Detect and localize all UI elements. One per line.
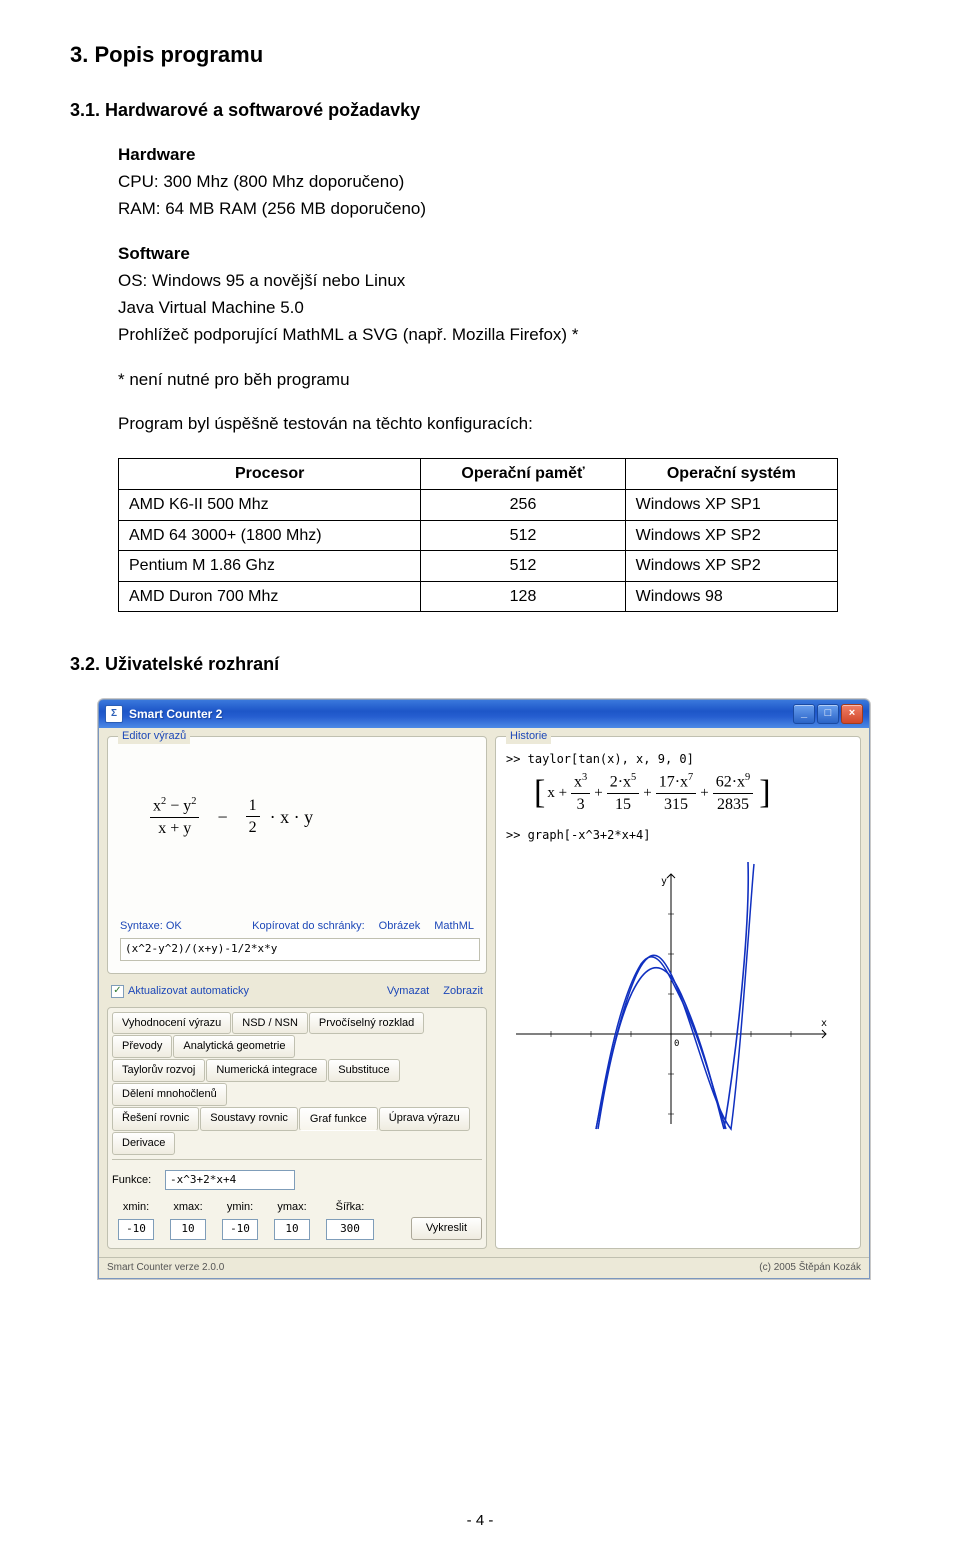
tab-numerick-integrace[interactable]: Numerická integrace xyxy=(206,1059,327,1082)
history-line-1: >> taylor[tan(x), x, 9, 0] xyxy=(506,751,850,767)
hw-cpu: CPU: 300 Mhz (800 Mhz doporučeno) xyxy=(118,171,890,194)
config-table: ProcesorOperační paměťOperační systém AM… xyxy=(118,458,838,612)
copy-label: Kopírovat do schránky: xyxy=(252,919,365,934)
function-label: Funkce: xyxy=(112,1173,157,1188)
tab-taylor-v-rozvoj[interactable]: Taylorův rozvoj xyxy=(112,1059,205,1082)
table-cell: Windows XP SP1 xyxy=(625,490,837,521)
tab-analytick-geometrie[interactable]: Analytická geometrie xyxy=(173,1035,295,1058)
copy-mathml-link[interactable]: MathML xyxy=(434,919,474,934)
history-caption: Historie xyxy=(506,729,551,744)
table-row: AMD Duron 700 Mhz128Windows 98 xyxy=(119,581,838,612)
editor-panel: Editor výrazů x2 − y2x + y − 12 · x · y … xyxy=(107,736,487,974)
tab-prvo-seln-rozklad[interactable]: Prvočíselný rozklad xyxy=(309,1012,424,1035)
tab--e-en-rovnic[interactable]: Řešení rovnic xyxy=(112,1107,199,1131)
tab-vyhodnocen-v-razu[interactable]: Vyhodnocení výrazu xyxy=(112,1012,231,1035)
table-cell: Pentium M 1.86 Ghz xyxy=(119,551,421,582)
tab-nsd-nsn[interactable]: NSD / NSN xyxy=(232,1012,308,1035)
page-number: - 4 - xyxy=(0,1511,960,1531)
editor-caption: Editor výrazů xyxy=(118,729,190,744)
clear-link[interactable]: Vymazat xyxy=(387,984,429,999)
hw-ram: RAM: 64 MB RAM (256 MB doporučeno) xyxy=(118,198,890,221)
app-icon: Σ xyxy=(105,705,123,723)
taylor-output: [ x + x33 + 2·x515 + 17·x7315 + 62·x9283… xyxy=(532,771,850,816)
status-version: Smart Counter verze 2.0.0 xyxy=(107,1261,224,1275)
screenshot-window: Σ Smart Counter 2 _ □ × Editor výrazů x2… xyxy=(98,699,870,1279)
tab-derivace[interactable]: Derivace xyxy=(112,1132,175,1155)
table-cell: 256 xyxy=(421,490,625,521)
table-cell: AMD K6-II 500 Mhz xyxy=(119,490,421,521)
rendered-expression: x2 − y2x + y − 12 · x · y xyxy=(150,795,474,840)
num-input-xmin[interactable]: -10 xyxy=(118,1219,154,1240)
table-row: AMD 64 3000+ (1800 Mhz)512Windows XP SP2 xyxy=(119,520,838,551)
raw-expression-input[interactable]: (x^2-y^2)/(x+y)-1/2*x*y xyxy=(120,938,480,961)
sw-heading: Software xyxy=(118,244,190,263)
table-cell: 512 xyxy=(421,520,625,551)
table-header: Procesor xyxy=(119,459,421,490)
table-header: Operační paměť xyxy=(421,459,625,490)
sw-jvm: Java Virtual Machine 5.0 xyxy=(118,297,890,320)
tab--prava-v-razu[interactable]: Úprava výrazu xyxy=(379,1107,470,1131)
table-cell: 128 xyxy=(421,581,625,612)
heading-3: 3. Popis programu xyxy=(70,40,890,70)
syntax-label: Syntaxe: xyxy=(120,920,163,932)
sw-note: * není nutné pro běh programu xyxy=(118,369,890,392)
check-icon: ✓ xyxy=(111,985,124,998)
table-header: Operační systém xyxy=(625,459,837,490)
heading-3-2: 3.2. Uživatelské rozhraní xyxy=(70,652,890,676)
num-label: Šířka: xyxy=(336,1200,365,1215)
num-label: ymax: xyxy=(277,1200,306,1215)
table-row: Pentium M 1.86 Ghz512Windows XP SP2 xyxy=(119,551,838,582)
tab-d-len-mnoho-len-[interactable]: Dělení mnohočlenů xyxy=(112,1083,227,1106)
num-input-ymax[interactable]: 10 xyxy=(274,1219,310,1240)
table-cell: Windows XP SP2 xyxy=(625,551,837,582)
hw-heading: Hardware xyxy=(118,145,195,164)
graph-plot: 0 x y xyxy=(506,854,836,1134)
auto-update-label: Aktualizovat automaticky xyxy=(128,984,249,999)
auto-update-checkbox[interactable]: ✓ Aktualizovat automaticky xyxy=(111,984,249,999)
tab-substituce[interactable]: Substituce xyxy=(328,1059,399,1082)
copy-image-link[interactable]: Obrázek xyxy=(379,919,421,934)
titlebar[interactable]: Σ Smart Counter 2 _ □ × xyxy=(99,700,869,728)
syntax-status: OK xyxy=(166,920,182,932)
function-input[interactable]: -x^3+2*x+4 xyxy=(165,1170,295,1191)
table-cell: Windows XP SP2 xyxy=(625,520,837,551)
minimize-button[interactable]: _ xyxy=(793,704,815,724)
svg-text:y: y xyxy=(661,876,667,887)
table-cell: 512 xyxy=(421,551,625,582)
tested-intro: Program byl úspěšně testován na těchto k… xyxy=(118,413,890,436)
plot-button[interactable]: Vykreslit xyxy=(411,1217,482,1240)
table-row: AMD K6-II 500 Mhz256Windows XP SP1 xyxy=(119,490,838,521)
sw-browser: Prohlížeč podporující MathML a SVG (např… xyxy=(118,324,890,347)
num-label: ymin: xyxy=(227,1200,253,1215)
svg-text:0: 0 xyxy=(674,1039,679,1049)
num-input-Šířka[interactable]: 300 xyxy=(326,1219,374,1240)
close-button[interactable]: × xyxy=(841,704,863,724)
table-cell: AMD 64 3000+ (1800 Mhz) xyxy=(119,520,421,551)
tabs-panel: Vyhodnocení výrazuNSD / NSNPrvočíselný r… xyxy=(107,1007,487,1250)
num-label: xmin: xyxy=(123,1200,149,1215)
tab-soustavy-rovnic[interactable]: Soustavy rovnic xyxy=(200,1107,298,1131)
tab-p-evody[interactable]: Převody xyxy=(112,1035,172,1058)
history-line-2: >> graph[-x^3+2*x+4] xyxy=(506,827,850,843)
table-cell: AMD Duron 700 Mhz xyxy=(119,581,421,612)
num-label: xmax: xyxy=(173,1200,202,1215)
status-author: (c) 2005 Štěpán Kozák xyxy=(759,1261,861,1275)
sw-os: OS: Windows 95 a novější nebo Linux xyxy=(118,270,890,293)
window-title: Smart Counter 2 xyxy=(129,706,787,722)
num-input-ymin[interactable]: -10 xyxy=(222,1219,258,1240)
show-link[interactable]: Zobrazit xyxy=(443,984,483,999)
svg-text:x: x xyxy=(821,1018,827,1029)
maximize-button[interactable]: □ xyxy=(817,704,839,724)
table-cell: Windows 98 xyxy=(625,581,837,612)
num-input-xmax[interactable]: 10 xyxy=(170,1219,206,1240)
tab-graf-funkce[interactable]: Graf funkce xyxy=(299,1107,378,1131)
history-panel: Historie >> taylor[tan(x), x, 9, 0] [ x … xyxy=(495,736,861,1249)
heading-3-1: 3.1. Hardwarové a softwarové požadavky xyxy=(70,98,890,122)
